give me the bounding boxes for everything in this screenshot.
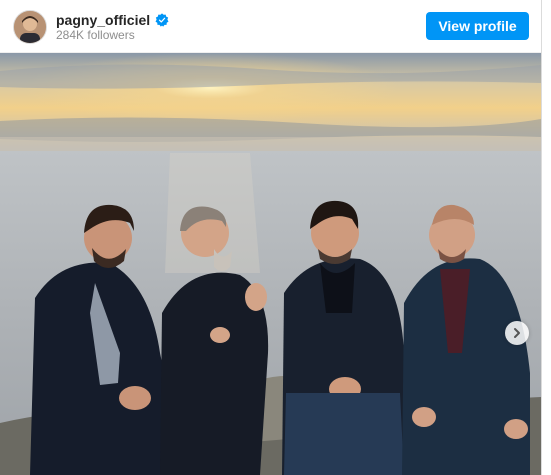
verified-badge-icon <box>155 13 169 27</box>
post-header: pagny_officiel 284K followers View profi… <box>0 0 541 53</box>
follower-count: 284K followers <box>56 28 135 42</box>
username-row: pagny_officiel <box>56 11 169 29</box>
post-photo[interactable] <box>0 53 541 475</box>
username[interactable]: pagny_officiel <box>56 12 150 28</box>
post-card: pagny_officiel 284K followers View profi… <box>0 0 542 475</box>
next-slide-button[interactable] <box>505 321 529 345</box>
photo-image <box>0 53 541 475</box>
chevron-right-icon <box>514 328 520 338</box>
avatar[interactable] <box>13 10 47 44</box>
view-profile-button[interactable]: View profile <box>426 12 529 40</box>
avatar-image <box>14 11 46 43</box>
